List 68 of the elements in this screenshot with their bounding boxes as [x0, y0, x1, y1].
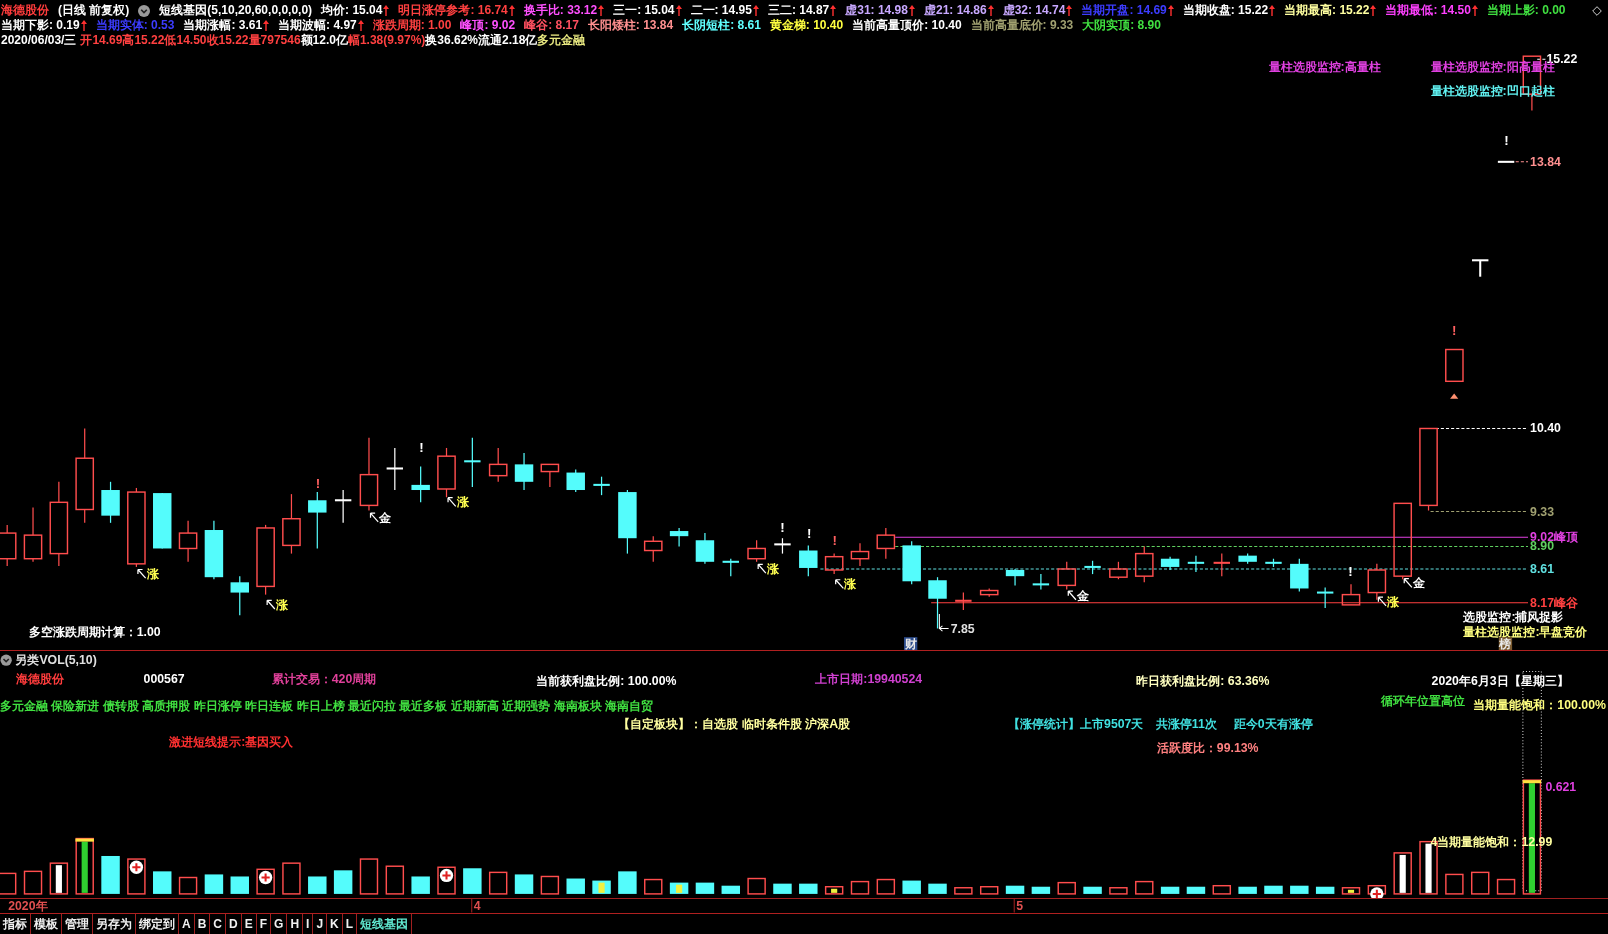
readout-text: 当期最高: 15.22 [1284, 3, 1370, 18]
quote-text: 幅1.38(9.97%) [347, 33, 426, 48]
info-text: 海德股份 [16, 671, 65, 686]
readout-text: 长阳矮柱: 13.84 [587, 18, 674, 33]
toolbar-tab[interactable]: 另存为 [93, 914, 136, 934]
readout-text: 虚21: 14.86 [923, 3, 987, 18]
quote-text: 量797546 [248, 33, 301, 48]
axis-label: 2020年 [8, 898, 48, 913]
readout-text: 明日涨停参考: 16.74 [398, 3, 508, 18]
toolbar-tab[interactable]: 模板 [31, 914, 62, 934]
readout-text: 二一: 14.95 [690, 3, 752, 18]
axis-label: 5 [1016, 898, 1024, 913]
chevron-down-icon[interactable] [138, 4, 151, 17]
toolbar-tab[interactable]: C [210, 914, 226, 934]
info-text: 当期量能饱和：100.00% [1473, 698, 1606, 713]
readout-text: 均价: 15.04 [321, 3, 383, 18]
price-level-label: 8.17峰谷 [1530, 595, 1578, 610]
toolbar-tab[interactable]: K [327, 914, 343, 934]
readout-text: 换手比: 33.12 [523, 3, 598, 18]
toolbar-tab[interactable]: 指标 [0, 914, 31, 934]
quote-text: 开14.69 [80, 33, 123, 48]
readout-text: 当期开盘: 14.69 [1081, 3, 1167, 18]
readout-text: 当期涨幅: 3.61 [183, 18, 263, 33]
formula-name: 短线基因(5,10,20,60,0,0,0,0) [159, 3, 313, 18]
stock-name: 海德股份 [1, 3, 49, 18]
info-text: 2020年6月3日【星期三】 [1431, 673, 1569, 688]
toolbar-tab[interactable]: J [313, 914, 328, 934]
readout-text: 当期最低: 14.50 [1385, 3, 1471, 18]
readout-text: 虚31: 14.98 [845, 3, 908, 18]
panel-title: 另类VOL(5,10) [15, 653, 97, 668]
readout-text: 当期实体: 0.53 [95, 18, 175, 33]
readout-text: 当期下影: 0.19 [1, 18, 80, 33]
toolbar-tab[interactable]: 管理 [62, 914, 93, 934]
quote-text: 额12.0亿 [300, 33, 348, 48]
chevron-down-icon[interactable] [0, 654, 12, 666]
readout-text: 黄金梯: 10.40 [769, 18, 844, 33]
quote-text: 高15.22 [122, 33, 165, 48]
info-text: 0.621 [1545, 780, 1577, 795]
readout-text: 涨跌周期: 1.00 [372, 18, 452, 33]
quote-text: 流通2.18亿 [478, 33, 538, 48]
monitor-note: 量柱选股监控:早盘竞价 [1463, 624, 1588, 639]
readout-text: 当期收盘: 15.22 [1182, 3, 1269, 18]
toolbar-tab[interactable]: A [179, 914, 195, 934]
readout-text: 三二: 14.87 [767, 3, 830, 18]
readout-text: 当前高量顶价: 10.40 [852, 18, 962, 33]
readout-text: 峰顶: 9.02 [460, 18, 516, 33]
toolbar-tab[interactable]: I [303, 914, 314, 934]
readout-text: 长阴短柱: 8.61 [682, 18, 761, 33]
toolbar-tab[interactable]: D [226, 914, 242, 934]
readout-text: 当前高量底价: 9.33 [970, 18, 1074, 33]
axis-label: 4 [473, 898, 481, 913]
readout-text: 峰谷: 8.17 [524, 18, 579, 33]
quote-text: 多元金融 [537, 33, 586, 48]
readout-text: 当期上影: 0.00 [1486, 3, 1566, 18]
info-text: 循环年位置高位 [1381, 694, 1466, 709]
diamond-icon[interactable] [1592, 5, 1602, 16]
quote-text: 收15.22 [206, 33, 249, 48]
period-label: (日线 前复权) [58, 3, 130, 18]
readout-text: 大阴实顶: 8.90 [1082, 18, 1161, 33]
toolbar-tab[interactable]: 绑定到 [136, 914, 179, 934]
quote-text: 低14.50 [164, 33, 207, 48]
toolbar-tab[interactable]: 短线基因 [357, 914, 413, 934]
readout-text: 虚32: 14.74 [1002, 3, 1066, 18]
readout-text: 三一: 15.04 [613, 3, 675, 18]
readout-text: 当期波幅: 4.97 [278, 18, 357, 33]
toolbar-tab[interactable]: G [271, 914, 288, 934]
quote-text: 换36.62% [425, 33, 478, 48]
quote-text: 2020/06/03/三 [1, 33, 77, 48]
